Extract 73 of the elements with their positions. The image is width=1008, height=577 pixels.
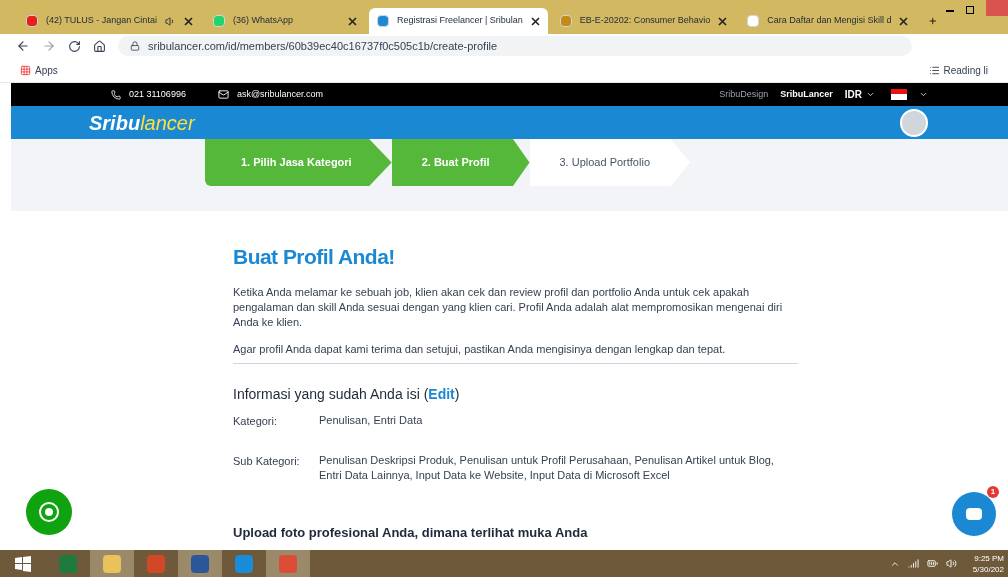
whatsapp-button[interactable] — [26, 489, 72, 535]
caret-icon[interactable] — [919, 90, 928, 99]
phone-number: 021 31106996 — [129, 87, 186, 101]
close-icon[interactable] — [718, 16, 728, 26]
address-bar[interactable]: sribulancer.com/id/members/60b39ec40c16737f0c505c1b/create-profile — [118, 36, 912, 56]
browser-tab[interactable]: (36) WhatsApp — [204, 8, 365, 34]
volume-icon[interactable] — [945, 558, 957, 569]
url-text: sribulancer.com/id/members/60b39ec40c16737f0c505c1b/create-profile — [148, 38, 498, 54]
paragraph: Ketika Anda melamar ke sebuah job, klien akan cek dan review profil dan portfolio Anda untuk cek apakah pengalaman dan skill Anda sesuai dengan yang klien cari. Profil Anda adalah alat mempromosikan mengenai diri Anda ke klien. — [233, 284, 784, 330]
home-icon[interactable] — [93, 39, 106, 53]
chat-button[interactable] — [952, 492, 996, 536]
progress-step: 3. Upload Portfolio — [529, 139, 690, 186]
reload-icon[interactable] — [68, 39, 81, 53]
browser-tab[interactable]: (42) TULUS - Jangan Cintai — [18, 8, 201, 34]
site-icon — [376, 15, 389, 27]
signal-icon[interactable] — [907, 558, 919, 569]
app-icon — [147, 554, 165, 573]
section-heading: Informasi yang sudah Anda isi (Edit) — [233, 384, 461, 404]
tab-title: Registrasi Freelancer | Sribulan — [396, 14, 523, 28]
tab-title: Cara Daftar dan Mengisi Skill d — [767, 14, 892, 28]
bookmark-link[interactable]: Apps — [20, 62, 58, 78]
app-icon — [279, 554, 297, 573]
field-value: Penulisan Deskripsi Produk, Penulisan untuk Profil Perusahaan, Penulisan Artikel untuk Blog, Entri Data Lainnya, Input Data ke Website, Input Data di Microsoft Excel — [319, 453, 775, 483]
section-heading: Upload foto profesional Anda, dimana terlihat muka Anda — [233, 524, 589, 542]
edit-link[interactable]: Edit — [428, 385, 455, 402]
nav-link[interactable]: SribuDesign — [719, 87, 769, 102]
site-icon — [559, 15, 572, 27]
browser-tab[interactable]: EB-E-20202: Consumer Behavio — [551, 8, 736, 34]
avatar-icon[interactable] — [900, 108, 928, 137]
chat-icon — [966, 508, 982, 520]
speaker-icon[interactable] — [164, 15, 176, 27]
paragraph: Agar profil Anda dapat kami terima dan setujui, pastikan Anda mengisinya dengan lengkap dan tepat. — [233, 341, 727, 357]
site-icon — [26, 15, 38, 27]
tab-title: EB-E-20202: Consumer Behavio — [579, 14, 711, 28]
app-icon — [103, 554, 121, 573]
field-value: Penulisan, Entri Data — [319, 412, 423, 428]
nav-link[interactable]: SribuLancer — [780, 87, 833, 102]
page-title: Buat Profil Anda! — [233, 244, 396, 270]
app-icon — [59, 554, 77, 573]
close-icon[interactable] — [347, 16, 357, 26]
currency-dropdown[interactable]: IDR — [844, 87, 875, 102]
browser-tab[interactable]: Cara Daftar dan Mengisi Skill d — [739, 8, 917, 34]
clock-time[interactable]: 9:25 PM — [974, 552, 1004, 564]
caret-icon — [866, 90, 875, 99]
site-icon — [212, 15, 225, 27]
logo[interactable]: Sribulancer — [89, 107, 195, 138]
flag-icon[interactable] — [891, 89, 907, 100]
clock-date[interactable]: 5/30/202 — [972, 563, 1004, 575]
notification-badge: 1 — [987, 486, 999, 498]
close-icon[interactable] — [530, 16, 540, 26]
site-icon — [747, 15, 760, 27]
mail-icon — [217, 89, 229, 100]
tab-title: (36) WhatsApp — [232, 14, 294, 28]
browser-tab[interactable]: Registrasi Freelancer | Sribulan — [368, 8, 548, 34]
app-icon — [235, 554, 253, 573]
back-icon[interactable] — [16, 39, 30, 53]
apps-icon — [20, 64, 31, 76]
close-icon[interactable] — [899, 16, 909, 26]
list-icon — [928, 64, 940, 76]
close-icon[interactable] — [183, 16, 193, 26]
tab-title: (42) TULUS - Jangan Cintai — [46, 14, 157, 28]
progress-step: 1. Pilih Jasa Kategori — [205, 139, 392, 186]
field-label: Sub Kategori: — [233, 454, 301, 469]
lock-icon — [130, 41, 140, 51]
reading-list-link[interactable]: Reading li — [928, 62, 988, 78]
start-icon[interactable] — [15, 555, 31, 572]
battery-icon[interactable] — [926, 558, 938, 569]
field-label: Kategori: — [233, 413, 279, 429]
email-address: ask@sribulancer.com — [236, 87, 324, 101]
app-icon — [191, 554, 209, 573]
progress-step: 2. Buat Profil — [391, 139, 530, 186]
restore-icon[interactable] — [966, 6, 974, 14]
forward-icon[interactable] — [42, 39, 56, 53]
